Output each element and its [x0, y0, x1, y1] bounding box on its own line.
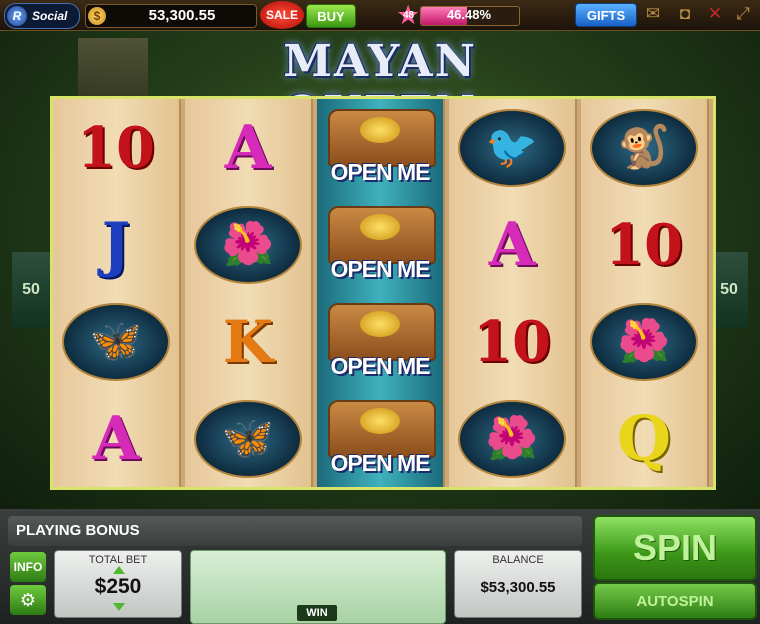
reel-symbol: 10	[449, 293, 575, 390]
mail-icon[interactable]: ✉	[642, 5, 664, 23]
win-label: WIN	[297, 605, 337, 621]
reel-symbol: A	[185, 99, 311, 196]
symbol-10: 10	[473, 308, 551, 375]
reel-symbol: 🦋	[185, 390, 311, 487]
coin-balance-value: 53,300.55	[148, 7, 216, 24]
reel: OPEN ME OPEN ME OPEN ME OPEN ME	[317, 99, 445, 487]
fullscreen-icon[interactable]: ⤢	[732, 5, 754, 23]
reel: 🐒 10 🌺 Q	[581, 99, 709, 487]
reel-symbol: 10	[581, 196, 707, 293]
reel-symbol: 🌺	[185, 196, 311, 293]
bet-down-arrow-icon[interactable]	[113, 603, 125, 611]
gifts-button[interactable]: GIFTS	[575, 3, 637, 27]
reel-symbol: Q	[581, 390, 707, 487]
flower-icon: 🌺	[458, 399, 566, 478]
treasure-chest-icon: OPEN ME	[320, 103, 440, 193]
open-me-label: OPEN ME	[330, 352, 430, 379]
settings-gear-icon[interactable]: ⚙	[10, 585, 46, 615]
reel-symbol: A	[449, 196, 575, 293]
reel-symbol: OPEN ME	[317, 390, 443, 487]
reels-frame: 10 J 🦋 A A 🌺 K 🦋 OPEN ME OPEN ME OPEN ME OPEN ME 🐦 A 1…	[50, 96, 716, 490]
open-me-label: OPEN ME	[330, 158, 430, 185]
reel-symbol: OPEN ME	[317, 293, 443, 390]
symbol-k: K	[222, 307, 274, 376]
butterfly-icon: 🦋	[194, 399, 302, 478]
reel-symbol: 🐦	[449, 99, 575, 196]
symbol-a: A	[92, 403, 140, 474]
symbol-j: J	[101, 209, 131, 280]
symbol-10: 10	[77, 114, 155, 181]
win-box: WIN	[190, 550, 446, 624]
info-button[interactable]: INFO	[10, 552, 46, 582]
autospin-button[interactable]: AUTOSPIN	[593, 582, 757, 620]
total-bet-box: TOTAL BET $250	[54, 550, 182, 618]
bet-up-arrow-icon[interactable]	[113, 566, 125, 574]
balance-box: BALANCE $53,300.55	[454, 550, 582, 618]
balance-label: BALANCE	[492, 554, 544, 566]
level-number: 48	[403, 10, 415, 21]
reel-symbol: 🐒	[581, 99, 707, 196]
reel-symbol: OPEN ME	[317, 99, 443, 196]
total-bet-value: $250	[94, 575, 142, 598]
flower-icon: 🌺	[590, 302, 698, 381]
balance-value: $53,300.55	[480, 579, 556, 596]
camera-icon[interactable]: ◘	[674, 5, 696, 23]
symbol-a: A	[224, 112, 272, 183]
level-progress: 46.48% ★ 48	[396, 2, 520, 29]
reel-symbol: K	[185, 293, 311, 390]
open-me-label: OPEN ME	[330, 449, 430, 476]
reel-symbol: A	[53, 390, 179, 487]
coin-icon: $	[88, 7, 106, 25]
symbol-a: A	[488, 209, 536, 280]
lines-left: 50	[12, 252, 50, 328]
logo-letter: R	[7, 6, 27, 26]
butterfly-icon: 🦋	[62, 302, 170, 381]
xp-percent: 46.48%	[446, 7, 492, 22]
symbol-10: 10	[605, 211, 683, 278]
reel-symbol: 🌺	[581, 293, 707, 390]
reel-symbol: 🦋	[53, 293, 179, 390]
reel: 🐦 A 10 🌺	[449, 99, 577, 487]
top-bar: R Social $ 53,300.55 SALE BUY 46.48% ★ 4…	[0, 0, 760, 31]
open-me-label: OPEN ME	[330, 255, 430, 282]
reel-symbol: OPEN ME	[317, 196, 443, 293]
treasure-chest-icon: OPEN ME	[320, 200, 440, 290]
flower-icon: 🌺	[194, 205, 302, 284]
reel-symbol: 🌺	[449, 390, 575, 487]
treasure-chest-icon: OPEN ME	[320, 394, 440, 484]
status-bar: PLAYING BONUS	[8, 516, 582, 546]
logo-text: Social	[32, 9, 68, 23]
rsocial-logo: R Social	[4, 3, 80, 29]
control-panel: PLAYING BONUS INFO ⚙ TOTAL BET $250 WIN …	[0, 509, 760, 624]
game-title: MAYAN QUEEN	[283, 36, 477, 138]
buy-button[interactable]: BUY	[306, 4, 356, 28]
monkey-icon: 🐒	[590, 108, 698, 187]
treasure-chest-icon: OPEN ME	[320, 297, 440, 387]
reel-symbol: J	[53, 196, 179, 293]
sale-button[interactable]: SALE	[260, 1, 304, 29]
reel-symbol: 10	[53, 99, 179, 196]
total-bet-label: TOTAL BET	[88, 554, 148, 566]
coin-balance: $ 53,300.55	[85, 4, 257, 28]
mute-icon[interactable]: ✕	[704, 5, 726, 23]
reel: A 🌺 K 🦋	[185, 99, 313, 487]
symbol-q: Q	[616, 402, 671, 475]
temple-ruin	[78, 38, 148, 98]
reel: 10 J 🦋 A	[53, 99, 181, 487]
spin-button[interactable]: SPIN	[593, 515, 757, 581]
toucan-icon: 🐦	[458, 108, 566, 187]
